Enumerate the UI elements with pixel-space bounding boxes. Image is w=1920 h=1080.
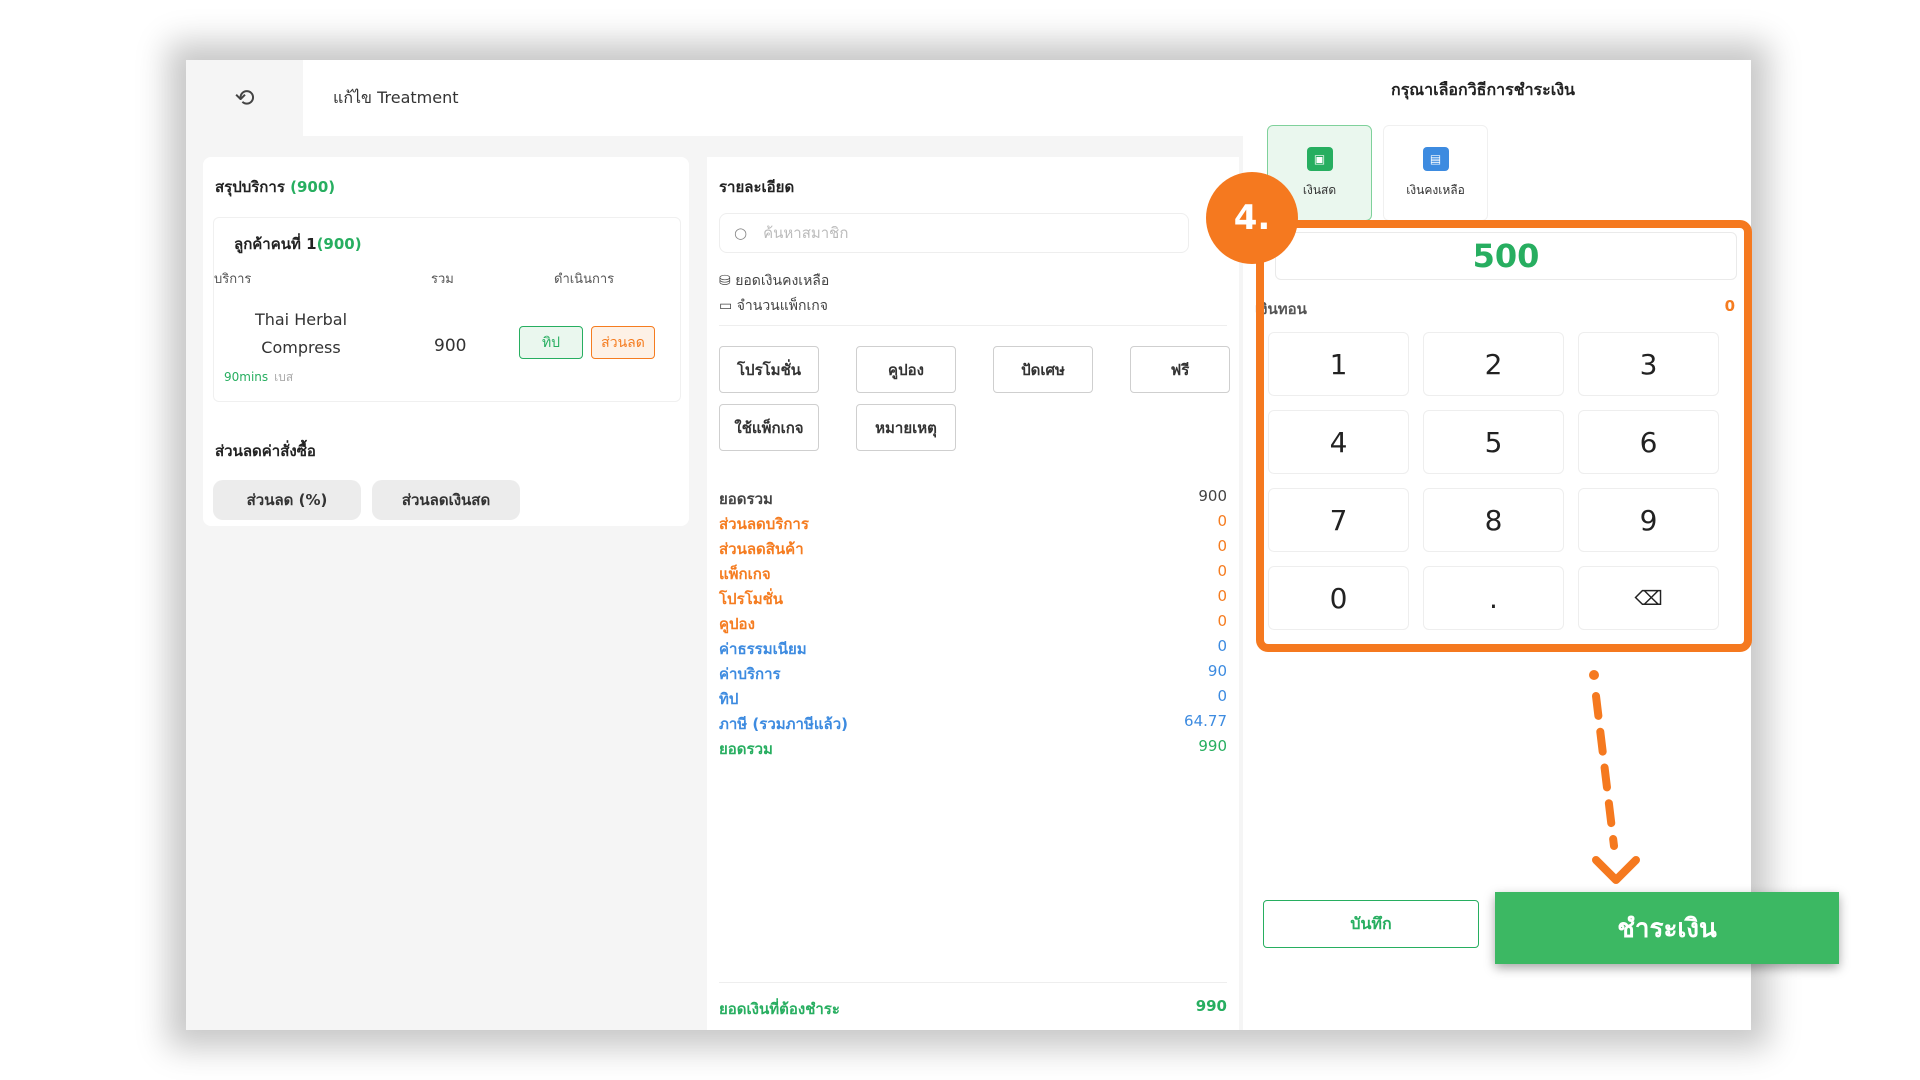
breakdown-value: 990 <box>1198 737 1227 755</box>
note-button[interactable]: หมายเหตุ <box>856 404 956 451</box>
breakdown-label: แพ็กเกจ <box>719 565 771 583</box>
breakdown-label: ส่วนลดบริการ <box>719 515 809 533</box>
breakdown-row: ค่าบริการ 90 <box>719 662 1227 687</box>
breakdown-value: 90 <box>1207 662 1227 680</box>
breakdown-row: ทิป 0 <box>719 687 1227 712</box>
summary-total: (900) <box>290 178 336 196</box>
col-sum-header: รวม <box>431 272 454 287</box>
service-staff: เบส <box>274 370 294 384</box>
breakdown-row: ยอดรวม 900 <box>719 487 1227 512</box>
breakdown-value: 900 <box>1198 487 1227 505</box>
service-duration: 90mins เบส <box>224 370 294 384</box>
card-icon: ▭ <box>719 298 733 314</box>
pay-button[interactable]: ชำระเงิน <box>1495 892 1839 964</box>
cash-icon: ▣ <box>1306 146 1333 171</box>
database-icon: ⛁ <box>719 273 731 289</box>
discount-percent-button[interactable]: ส่วนลด (%) <box>213 480 361 520</box>
col-action-header: ดำเนินการ <box>554 272 615 287</box>
free-button[interactable]: ฟรี <box>1130 346 1230 393</box>
breakdown-label: ยอดรวม <box>719 740 773 758</box>
service-summary-card: สรุปบริการ (900) ลูกค้าคนที่ 1(900) บริก… <box>203 157 689 526</box>
col-service-header: บริการ <box>214 272 252 287</box>
breakdown-value: 0 <box>1217 512 1227 530</box>
breakdown-value: 0 <box>1217 562 1227 580</box>
back-button[interactable]: ⟲ <box>186 60 303 136</box>
breakdown-row: ภาษี (รวมภาษีแล้ว) 64.77 <box>719 712 1227 737</box>
service-name: Thai Herbal Compress <box>254 310 348 357</box>
amount-due-value: 990 <box>1195 997 1227 1015</box>
breakdown-row: ยอดรวม 990 <box>719 737 1227 762</box>
divider <box>719 982 1227 983</box>
breakdown-label: ค่าบริการ <box>719 665 781 683</box>
payment-title: กรุณาเลือกวิธีการชำระเงิน <box>1391 80 1575 99</box>
summary-title: สรุปบริการ (900) <box>215 178 336 196</box>
breakdown-value: 0 <box>1217 587 1227 605</box>
breakdown-value: 0 <box>1217 537 1227 555</box>
customer-card: ลูกค้าคนที่ 1(900) บริการ รวม ดำเนินการ … <box>213 217 681 402</box>
amount-due-label: ยอดเงินที่ต้องชำระ <box>719 1000 840 1018</box>
breakdown-value: 0 <box>1217 637 1227 655</box>
breakdown-row: โปรโมชั่น 0 <box>719 587 1227 612</box>
breakdown-label: คูปอง <box>719 615 755 633</box>
wallet-icon: ▤ <box>1422 146 1449 171</box>
tab-balance[interactable]: ▤ เงินคงเหลือ <box>1383 125 1488 221</box>
promotion-button[interactable]: โปรโมชั่น <box>719 346 819 393</box>
breakdown-row: ค่าธรรมเนียม 0 <box>719 637 1227 662</box>
service-discount-button[interactable]: ส่วนลด <box>591 326 655 359</box>
undo-arrow-icon: ⟲ <box>234 84 255 112</box>
tab-balance-label: เงินคงเหลือ <box>1406 182 1465 197</box>
breakdown-label: โปรโมชั่น <box>719 590 784 608</box>
service-total: 900 <box>434 336 467 356</box>
breakdown-label: ค่าธรรมเนียม <box>719 640 807 658</box>
breakdown-label: ทิป <box>719 690 739 708</box>
search-placeholder: ค้นหาสมาชิก <box>763 224 849 242</box>
coupon-button[interactable]: คูปอง <box>856 346 956 393</box>
rounding-button[interactable]: ปัดเศษ <box>993 346 1093 393</box>
breakdown-label: ส่วนลดสินค้า <box>719 540 804 558</box>
breakdown-label: ยอดรวม <box>719 490 773 508</box>
customer-label: ลูกค้าคนที่ 1(900) <box>234 235 362 253</box>
highlight-box <box>1256 220 1752 652</box>
breakdown-value: 64.77 <box>1184 712 1227 730</box>
amount-due-row: ยอดเงินที่ต้องชำระ 990 <box>719 997 1227 1021</box>
save-button[interactable]: บันทึก <box>1263 900 1479 948</box>
member-search-input[interactable]: ○ ค้นหาสมาชิก <box>719 213 1189 253</box>
breakdown-row: คูปอง 0 <box>719 612 1227 637</box>
order-discount-title: ส่วนลดค่าสั่งซื้อ <box>215 442 316 460</box>
divider <box>719 325 1227 326</box>
breakdown-row: แพ็กเกจ 0 <box>719 562 1227 587</box>
tab-cash-label: เงินสด <box>1302 182 1337 197</box>
breakdown-value: 0 <box>1217 612 1227 630</box>
package-count-info: ▭ จำนวนแพ็กเกจ <box>719 298 828 314</box>
tip-button[interactable]: ทิป <box>519 326 583 359</box>
breakdown-label: ภาษี (รวมภาษีแล้ว) <box>719 715 848 733</box>
search-icon: ○ <box>734 224 748 242</box>
balance-info: ⛁ ยอดเงินคงเหลือ <box>719 273 830 289</box>
details-title: รายละเอียด <box>719 178 795 196</box>
discount-cash-button[interactable]: ส่วนลดเงินสด <box>372 480 520 520</box>
breakdown-row: ส่วนลดบริการ 0 <box>719 512 1227 537</box>
customer-total: (900) <box>316 235 362 253</box>
breakdown-row: ส่วนลดสินค้า 0 <box>719 537 1227 562</box>
page-title: แก้ไข Treatment <box>303 60 1360 136</box>
step-badge: 4. <box>1206 172 1298 264</box>
details-card: รายละเอียด ○ ค้นหาสมาชิก ⛁ ยอดเงินคงเหลื… <box>707 157 1239 1030</box>
breakdown-value: 0 <box>1217 687 1227 705</box>
use-package-button[interactable]: ใช้แพ็กเกจ <box>719 404 819 451</box>
dashed-arrow-icon <box>1589 670 1640 884</box>
